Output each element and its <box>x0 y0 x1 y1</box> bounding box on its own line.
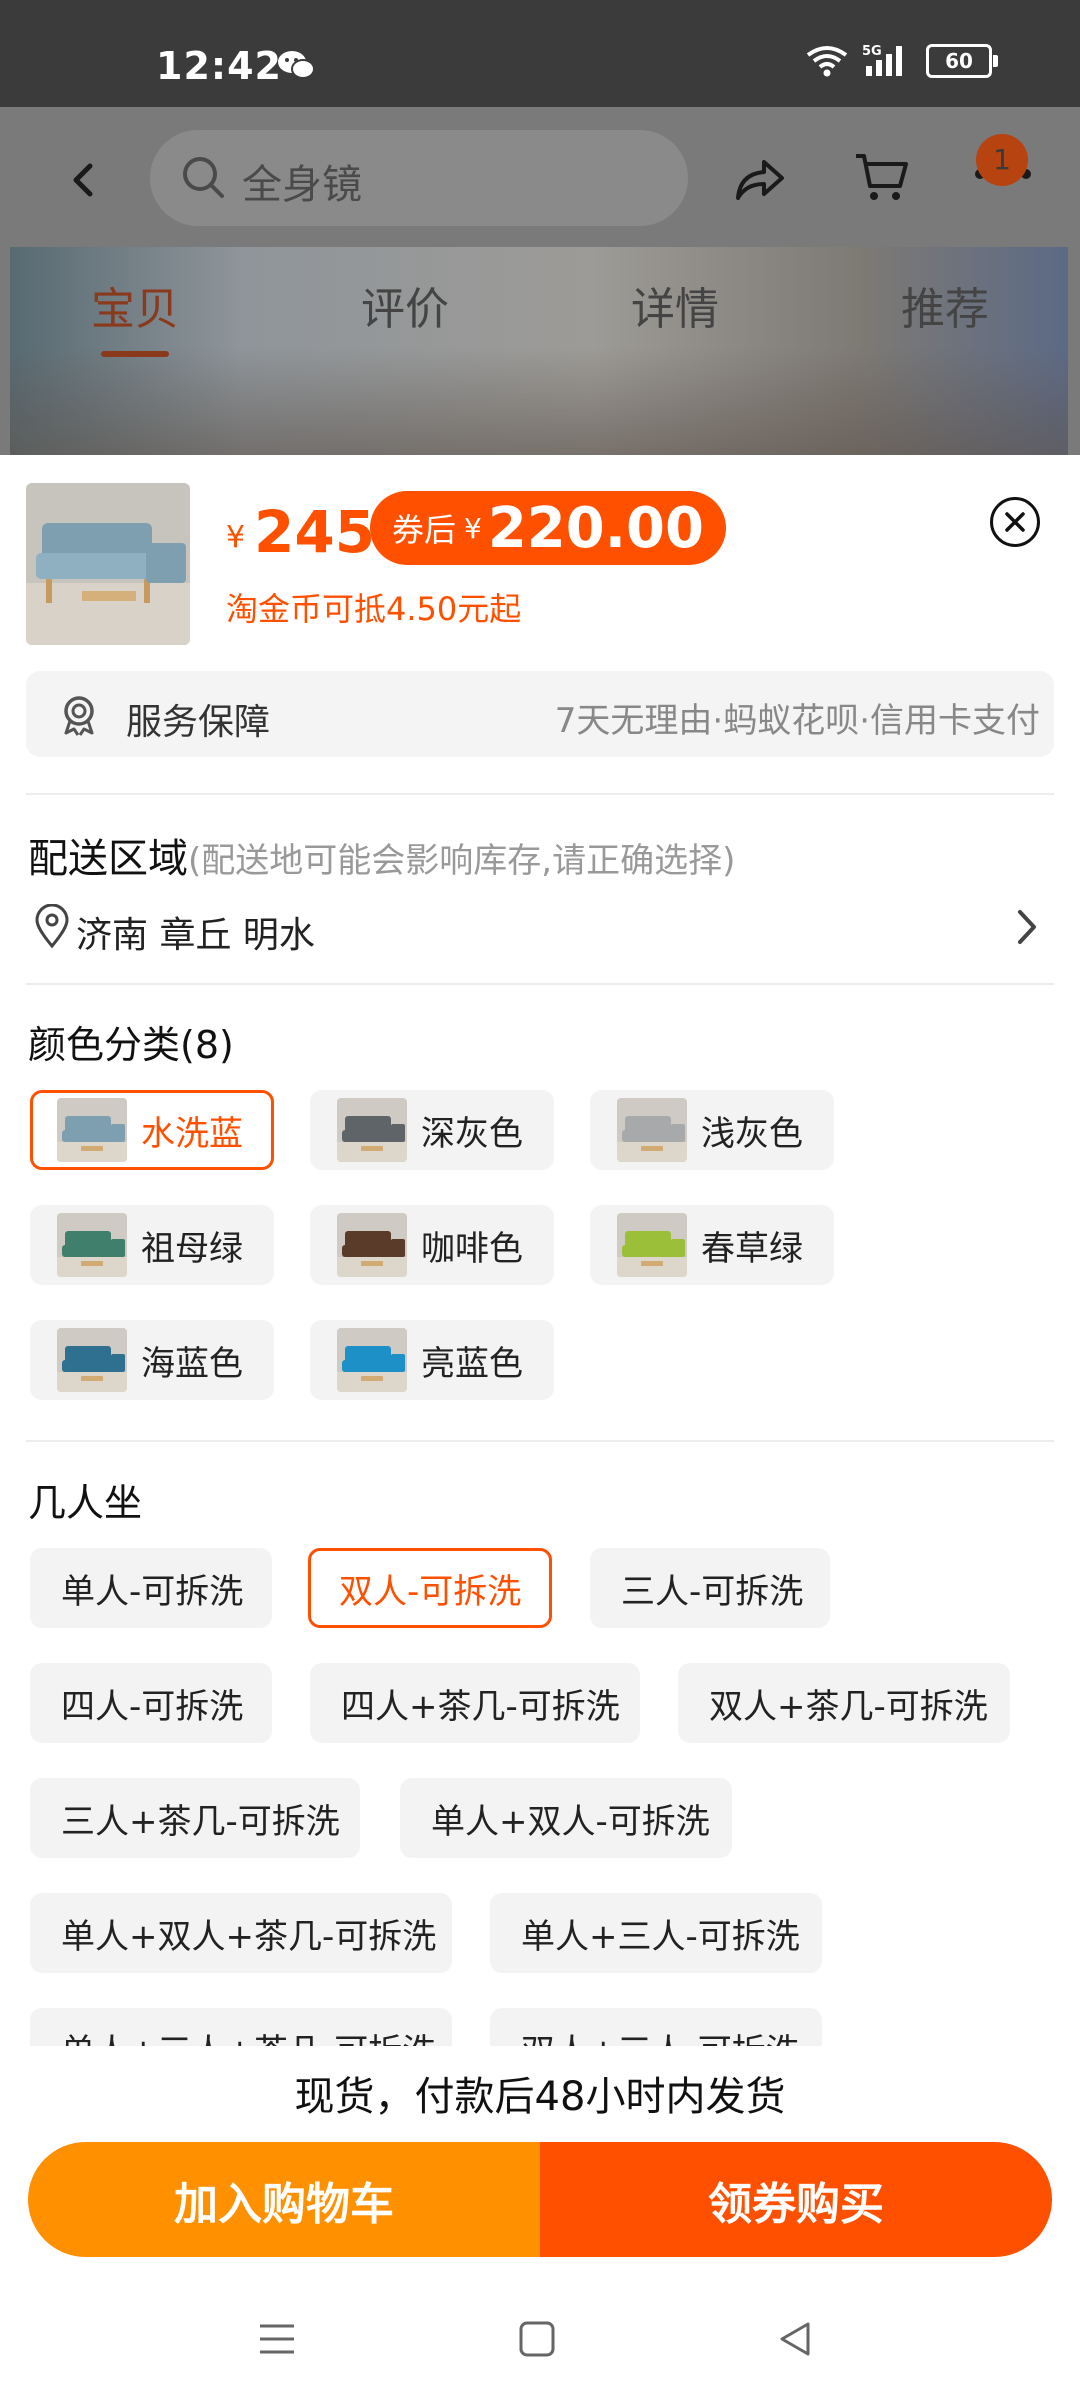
seat-option[interactable]: 单人+双人+茶几-可拆洗 <box>30 1893 452 1973</box>
coupon-price: 220.00 <box>487 495 704 561</box>
share-button[interactable] <box>732 152 788 212</box>
color-option[interactable]: 春草绿 <box>590 1205 834 1285</box>
color-option-label: 春草绿 <box>701 1228 803 1269</box>
color-option-label: 咖啡色 <box>421 1228 523 1269</box>
seat-option[interactable]: 单人-可拆洗 <box>30 1548 272 1628</box>
color-option[interactable]: 亮蓝色 <box>310 1320 554 1400</box>
coupon-price-pill: 券后 ¥ 220.00 <box>370 491 726 565</box>
seat-option[interactable]: 三人-可拆洗 <box>590 1548 830 1628</box>
tab-recommend[interactable]: 推荐 <box>891 273 999 337</box>
home-icon[interactable] <box>514 2316 560 2362</box>
shopping-cart-icon <box>856 154 908 200</box>
seat-option[interactable]: 四人-可拆洗 <box>30 1663 272 1743</box>
color-option[interactable]: 咖啡色 <box>310 1205 554 1285</box>
seat-option[interactable]: 双人+茶几-可拆洗 <box>678 1663 1010 1743</box>
tab-reviews[interactable]: 评价 <box>351 273 459 337</box>
color-swatch-image <box>337 1098 407 1162</box>
product-tabs: 宝贝 评价 详情 推荐 <box>0 250 1080 360</box>
tab-details[interactable]: 详情 <box>621 273 729 337</box>
color-swatch-image <box>57 1213 127 1277</box>
color-swatch-image <box>337 1328 407 1392</box>
service-guarantee[interactable]: 服务保障 7天无理由·蚂蚁花呗·信用卡支付 <box>26 671 1054 757</box>
divider <box>26 983 1054 985</box>
color-swatch-image <box>617 1213 687 1277</box>
status-time: 12:42 <box>156 44 282 88</box>
color-option-label: 海蓝色 <box>141 1343 243 1384</box>
seats-section-title: 几人坐 <box>28 1481 143 1525</box>
coupon-currency: ¥ <box>464 511 482 545</box>
seat-option[interactable]: 三人+茶几-可拆洗 <box>30 1778 360 1858</box>
product-thumbnail[interactable] <box>26 483 190 645</box>
back-nav-icon[interactable] <box>772 2316 818 2362</box>
badge-icon <box>64 696 94 736</box>
coin-discount-text: 淘金币可抵4.50元起 <box>226 590 522 628</box>
battery-icon: 60 <box>926 44 998 78</box>
service-value: 7天无理由·蚂蚁花呗·信用卡支付 <box>554 701 1040 741</box>
cellular-signal-icon: 5G <box>862 44 902 76</box>
color-option[interactable]: 浅灰色 <box>590 1090 834 1170</box>
shipping-title: 配送区域(配送地可能会影响库存,请正确选择) <box>28 826 735 884</box>
service-label: 服务保障 <box>126 702 271 743</box>
add-to-cart-button[interactable]: 加入购物车 <box>28 2142 540 2257</box>
price-currency: ¥ <box>226 520 246 555</box>
cart-button[interactable] <box>852 148 910 210</box>
price-value: 245 <box>254 498 376 566</box>
seat-option[interactable]: 单人+三人-可拆洗 <box>490 1893 822 1973</box>
color-option-label: 深灰色 <box>421 1113 523 1154</box>
color-section-title: 颜色分类(8) <box>28 1023 234 1067</box>
system-nav-bar <box>0 2290 1080 2400</box>
color-swatch-image <box>57 1328 127 1392</box>
color-option[interactable]: 水洗蓝 <box>30 1090 274 1170</box>
color-swatch-image <box>57 1098 127 1162</box>
tab-item[interactable]: 宝贝 <box>81 273 189 357</box>
seat-option[interactable]: 四人+茶几-可拆洗 <box>310 1663 640 1743</box>
wechat-icon <box>278 51 315 79</box>
search-icon <box>183 157 224 198</box>
share-icon <box>736 160 784 200</box>
sofa-thumbnail-image <box>26 483 190 645</box>
shipping-title-text: 配送区域 <box>28 836 188 882</box>
location-pin-icon <box>35 904 69 949</box>
coupon-label: 券后 <box>392 511 457 549</box>
color-option[interactable]: 祖母绿 <box>30 1205 274 1285</box>
chevron-right-icon[interactable] <box>1010 904 1044 950</box>
shipping-hint: (配送地可能会影响库存,请正确选择) <box>188 841 736 881</box>
color-swatch-image <box>337 1213 407 1277</box>
search-bar[interactable]: 全身镜 <box>150 130 688 226</box>
cart-count-badge: 1 <box>976 134 1028 186</box>
color-option-label: 水洗蓝 <box>141 1113 243 1154</box>
color-option[interactable]: 深灰色 <box>310 1090 554 1170</box>
chevron-left-icon <box>73 163 93 197</box>
shipping-location[interactable]: 济南 章丘 明水 <box>76 906 315 958</box>
seat-option[interactable]: 单人+双人-可拆洗 <box>400 1778 732 1858</box>
status-bar: 12:42 5G 60 <box>0 0 1080 107</box>
status-indicators: 5G 60 <box>806 44 998 78</box>
seat-option[interactable]: 双人-可拆洗 <box>308 1548 552 1628</box>
menu-icon[interactable] <box>254 2316 300 2362</box>
color-swatch-image <box>617 1098 687 1162</box>
search-placeholder: 全身镜 <box>242 162 362 208</box>
stock-note: 现货，付款后48小时内发货 <box>294 2074 786 2120</box>
divider <box>26 793 1054 795</box>
color-option-label: 祖母绿 <box>141 1228 243 1269</box>
coupon-buy-button[interactable]: 领券购买 <box>540 2142 1052 2257</box>
color-option[interactable]: 海蓝色 <box>30 1320 274 1400</box>
color-option-label: 浅灰色 <box>701 1113 803 1154</box>
network-type-label: 5G <box>862 44 882 59</box>
back-button[interactable] <box>62 150 102 210</box>
wifi-icon <box>806 46 848 77</box>
color-option-label: 亮蓝色 <box>421 1343 523 1384</box>
divider <box>26 1440 1054 1442</box>
close-icon <box>1005 512 1025 532</box>
close-button[interactable] <box>990 497 1040 547</box>
